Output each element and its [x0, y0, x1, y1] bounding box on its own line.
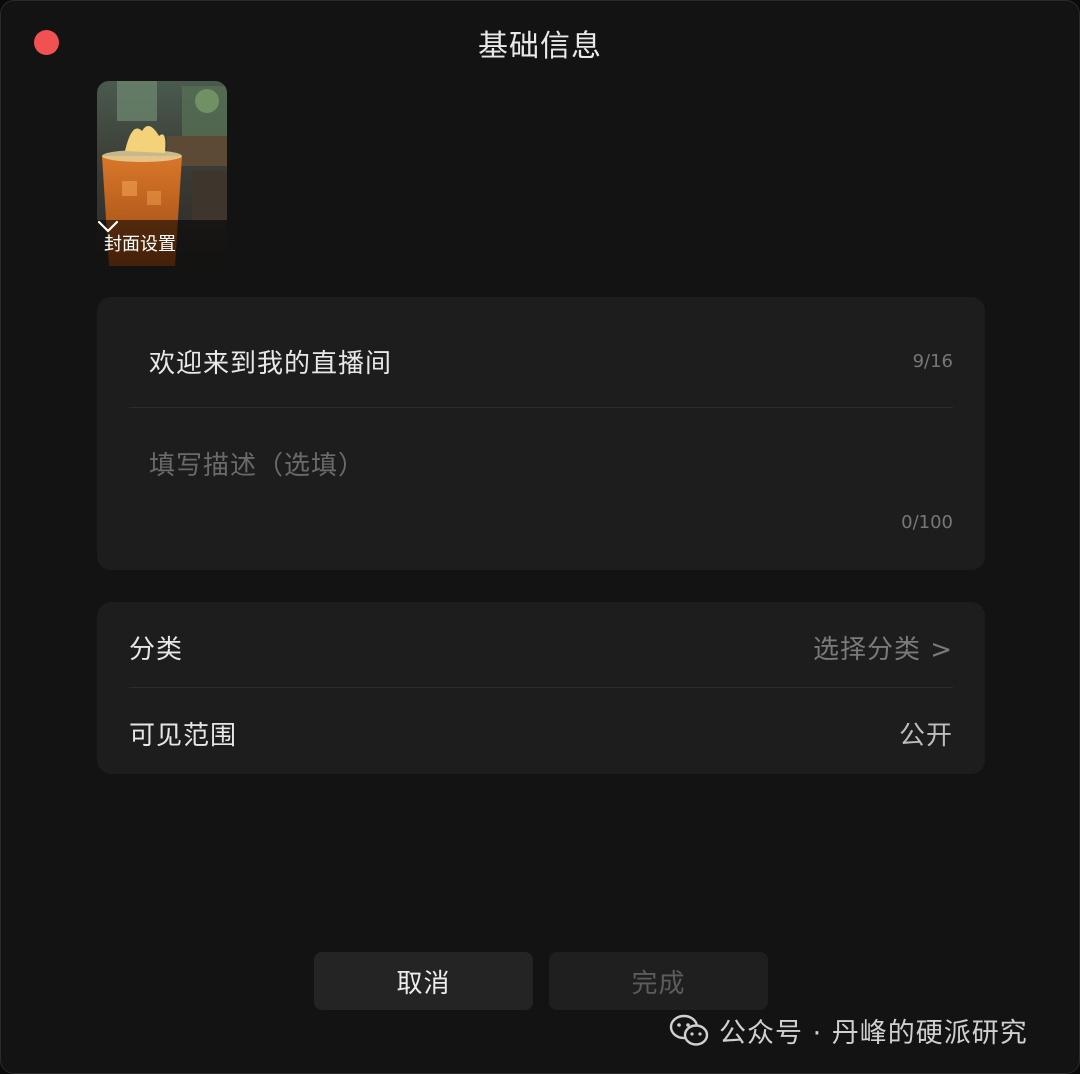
- settings-card: 分类 选择分类 > 可见范围 公开: [97, 602, 985, 774]
- title-input-value[interactable]: 欢迎来到我的直播间: [149, 343, 392, 380]
- category-select[interactable]: 选择分类 >: [813, 629, 953, 666]
- done-button[interactable]: 完成: [549, 952, 768, 1010]
- wechat-icon: [669, 1014, 709, 1046]
- cover-settings-bar[interactable]: 封面设置: [97, 220, 227, 266]
- dialog-title: 基础信息: [478, 29, 602, 64]
- visibility-row[interactable]: 可见范围 公开: [129, 688, 953, 774]
- description-char-count: 0/100: [901, 512, 953, 533]
- cancel-button[interactable]: 取消: [314, 952, 533, 1010]
- title-field[interactable]: 欢迎来到我的直播间 9/16: [129, 297, 953, 408]
- cover-image[interactable]: 封面设置: [97, 81, 227, 266]
- visibility-label: 可见范围: [129, 721, 238, 751]
- watermark-text: 公众号 · 丹峰的硬派研究: [719, 1018, 1028, 1049]
- dialog-window: 基础信息 封面设置 欢迎来到我的直播间 9/16 填写描述（选填） 0/100 …: [0, 0, 1080, 1074]
- title-char-count: 9/16: [912, 351, 953, 372]
- watermark: 公众号 · 丹峰的硬派研究: [669, 1011, 1028, 1050]
- category-label: 分类: [129, 635, 184, 665]
- info-card: 欢迎来到我的直播间 9/16 填写描述（选填） 0/100: [97, 297, 985, 570]
- description-input[interactable]: 填写描述（选填）: [149, 445, 909, 482]
- category-row[interactable]: 分类 选择分类 >: [129, 602, 953, 688]
- visibility-value[interactable]: 公开: [899, 715, 953, 752]
- chevron-down-icon: [97, 220, 119, 233]
